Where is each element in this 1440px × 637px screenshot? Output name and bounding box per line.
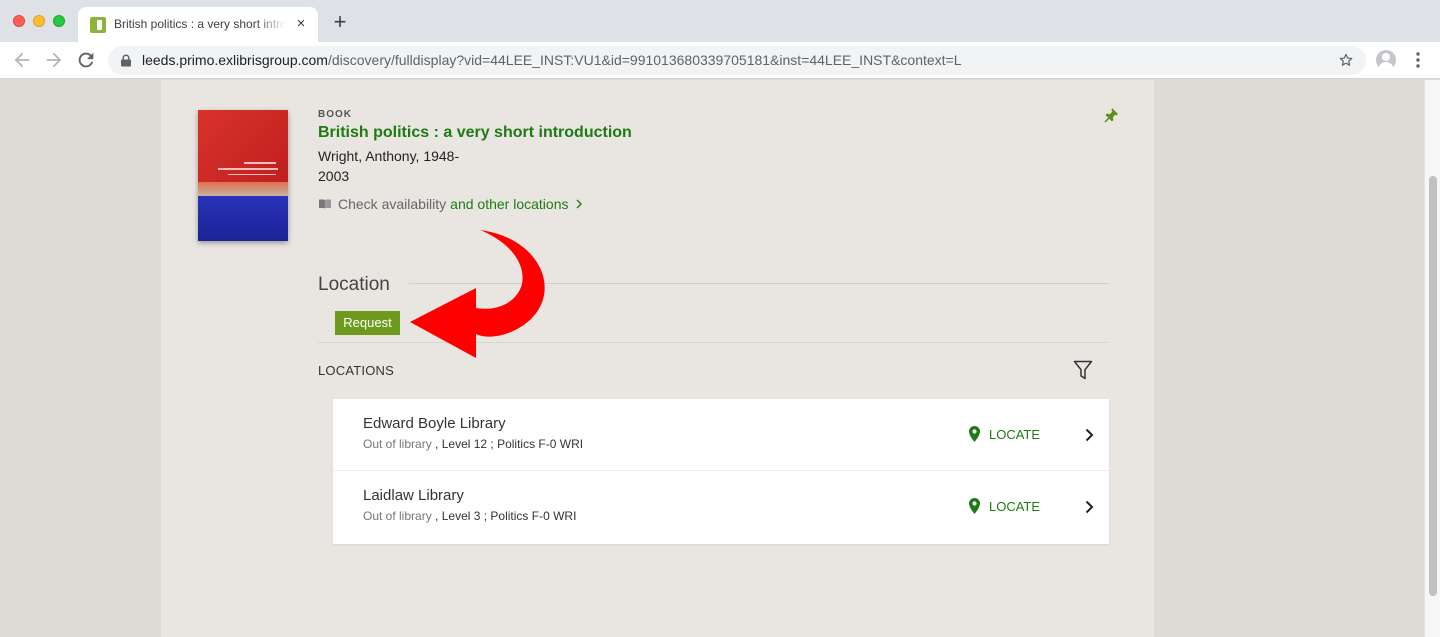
url-text: leeds.primo.exlibrisgroup.com/discovery/… [142, 52, 962, 68]
record-author: Wright, Anthony, 1948- [318, 148, 460, 164]
location-name: Edward Boyle Library [363, 415, 506, 432]
location-shelf: , Level 3 ; Politics F-0 WRI [435, 509, 577, 523]
cover-red-panel [198, 110, 288, 182]
back-arrow-icon[interactable] [11, 49, 33, 71]
location-status: Out of library [363, 509, 432, 523]
cover-blue-panel [198, 196, 288, 241]
new-tab-button[interactable]: + [330, 11, 350, 33]
cover-band [198, 182, 288, 196]
location-section-heading: Location [318, 274, 390, 295]
chevron-right-icon[interactable] [1085, 500, 1094, 514]
availability-line[interactable]: Check availability and other locations [318, 196, 583, 212]
map-pin-icon [969, 498, 980, 514]
address-bar[interactable]: leeds.primo.exlibrisgroup.com/discovery/… [108, 46, 1366, 75]
record-type: BOOK [318, 109, 352, 120]
book-icon [319, 199, 331, 209]
forward-arrow-icon[interactable] [43, 49, 65, 71]
locate-button[interactable]: LOCATE [969, 498, 1040, 514]
locate-label: LOCATE [989, 426, 1041, 442]
location-status: Out of library [363, 437, 432, 451]
location-detail: Out of library , Level 3 ; Politics F-0 … [363, 509, 576, 523]
scrollbar-thumb[interactable] [1429, 176, 1437, 596]
availability-status: Check availability [338, 196, 447, 212]
url-host: leeds.primo.exlibrisgroup.com [142, 52, 328, 68]
location-name: Laidlaw Library [363, 487, 464, 504]
request-button[interactable]: Request [335, 311, 400, 335]
locations-heading: LOCATIONS [318, 363, 394, 378]
browser-tab[interactable]: British politics : a very short introduc… [78, 7, 318, 42]
url-path: /discovery/fulldisplay?vid=44LEE_INST:VU… [327, 52, 962, 68]
record-title[interactable]: British politics : a very short introduc… [318, 124, 632, 142]
page-viewport: BOOK British politics : a very short int… [0, 80, 1440, 637]
record-full-display: BOOK British politics : a very short int… [161, 80, 1154, 637]
browser-titlebar: British politics : a very short introduc… [0, 0, 1440, 42]
cover-decoration [244, 162, 276, 164]
locations-list: Edward Boyle Library Out of library , Le… [333, 399, 1109, 544]
record-year: 2003 [318, 168, 350, 184]
tab-title-fade [256, 13, 286, 35]
location-row-edward-boyle[interactable]: Edward Boyle Library Out of library , Le… [333, 399, 1109, 471]
filter-icon[interactable] [1073, 360, 1093, 381]
cover-decoration [228, 174, 276, 175]
locate-button[interactable]: LOCATE [969, 426, 1040, 442]
page-scrollbar[interactable] [1424, 80, 1440, 637]
location-detail: Out of library , Level 12 ; Politics F-0… [363, 437, 583, 451]
menu-icon[interactable] [1410, 51, 1426, 69]
curved-arrow-icon [410, 230, 545, 358]
profile-icon[interactable] [1376, 50, 1396, 70]
location-row-laidlaw[interactable]: Laidlaw Library Out of library , Level 3… [333, 471, 1109, 544]
window-zoom-button[interactable] [53, 15, 65, 27]
chevron-right-icon [576, 199, 583, 209]
other-locations-link[interactable]: and other locations [450, 196, 568, 212]
book-cover-image[interactable] [198, 110, 288, 241]
chevron-right-icon[interactable] [1085, 428, 1094, 442]
map-pin-icon [969, 426, 980, 442]
browser-toolbar: leeds.primo.exlibrisgroup.com/discovery/… [0, 42, 1440, 79]
star-icon[interactable] [1338, 52, 1354, 68]
tab-close-icon[interactable]: × [292, 15, 310, 33]
location-shelf: , Level 12 ; Politics F-0 WRI [435, 437, 584, 451]
locate-label: LOCATE [989, 498, 1041, 514]
reload-icon[interactable] [75, 49, 97, 71]
lock-icon [121, 54, 131, 67]
window-minimize-button[interactable] [33, 15, 45, 27]
window-close-button[interactable] [13, 15, 25, 27]
pin-icon[interactable] [1103, 107, 1119, 123]
cover-decoration [218, 168, 278, 170]
library-favicon-icon [90, 17, 106, 33]
